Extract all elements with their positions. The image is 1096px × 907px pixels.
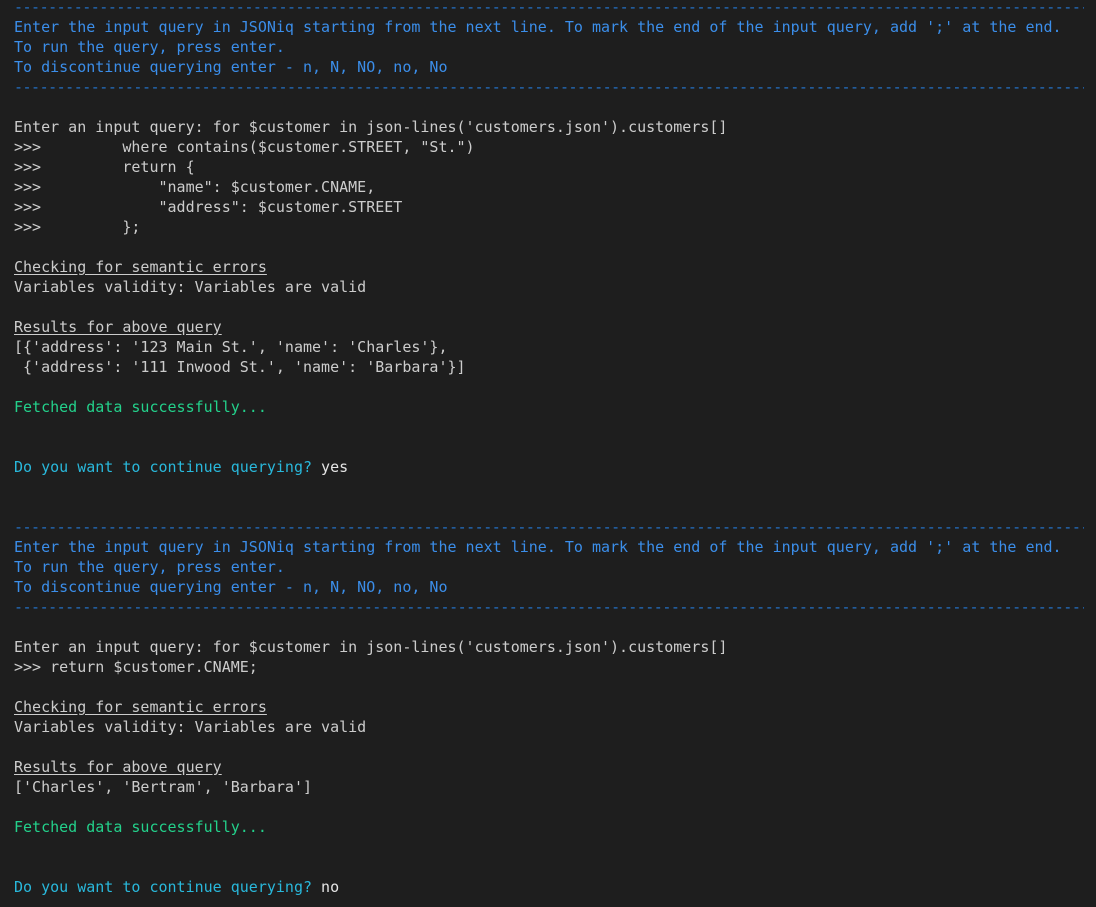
instruction-line: Enter the input query in JSONiq starting… (14, 538, 1062, 556)
instruction-line: To run the query, press enter. (14, 558, 285, 576)
validity-status: Variables validity: Variables are valid (14, 718, 367, 736)
query-input-line[interactable]: >>> where contains($customer.STREET, "St… (14, 137, 1096, 157)
separator-line: ----------------------------------------… (14, 598, 1084, 616)
results-heading: Results for above query (14, 758, 222, 776)
result-line: ['Charles', 'Bertram', 'Barbara'] (14, 778, 313, 796)
instruction-line: Enter the input query in JSONiq starting… (14, 18, 1062, 36)
fetch-success-message: Fetched data successfully... (14, 398, 267, 416)
instruction-line: To discontinue querying enter - n, N, NO… (14, 58, 448, 76)
continue-answer-input[interactable]: no (321, 878, 339, 896)
query-input-line[interactable]: >>> return $customer.CNAME; (14, 657, 1096, 677)
continue-prompt-line: Do you want to continue querying? yes (14, 457, 1096, 477)
validity-status: Variables validity: Variables are valid (14, 278, 367, 296)
query-input-line[interactable]: >>> }; (14, 217, 1096, 237)
query-input-line[interactable]: Enter an input query: for $customer in j… (14, 637, 1096, 657)
separator-line: ----------------------------------------… (14, 518, 1084, 536)
separator-line: ----------------------------------------… (14, 0, 1084, 16)
separator-line: ----------------------------------------… (14, 78, 1084, 96)
query-input-line[interactable]: >>> return { (14, 157, 1096, 177)
result-line: [{'address': '123 Main St.', 'name': 'Ch… (14, 338, 448, 356)
continue-prompt-line: Do you want to continue querying? no (14, 877, 1096, 897)
terminal-output: ----------------------------------------… (0, 0, 1096, 904)
instruction-line: To discontinue querying enter - n, N, NO… (14, 578, 448, 596)
query-input-line[interactable]: >>> "name": $customer.CNAME, (14, 177, 1096, 197)
query-input-line[interactable]: Enter an input query: for $customer in j… (14, 117, 1096, 137)
semantic-check-heading: Checking for semantic errors (14, 258, 267, 276)
fetch-success-message: Fetched data successfully... (14, 818, 267, 836)
instruction-line: To run the query, press enter. (14, 38, 285, 56)
continue-prompt: Do you want to continue querying? (14, 458, 322, 476)
result-line: {'address': '111 Inwood St.', 'name': 'B… (14, 358, 466, 376)
results-heading: Results for above query (14, 318, 222, 336)
continue-answer-input[interactable]: yes (321, 458, 348, 476)
semantic-check-heading: Checking for semantic errors (14, 698, 267, 716)
query-input-line[interactable]: >>> "address": $customer.STREET (14, 197, 1096, 217)
continue-prompt: Do you want to continue querying? (14, 878, 322, 896)
